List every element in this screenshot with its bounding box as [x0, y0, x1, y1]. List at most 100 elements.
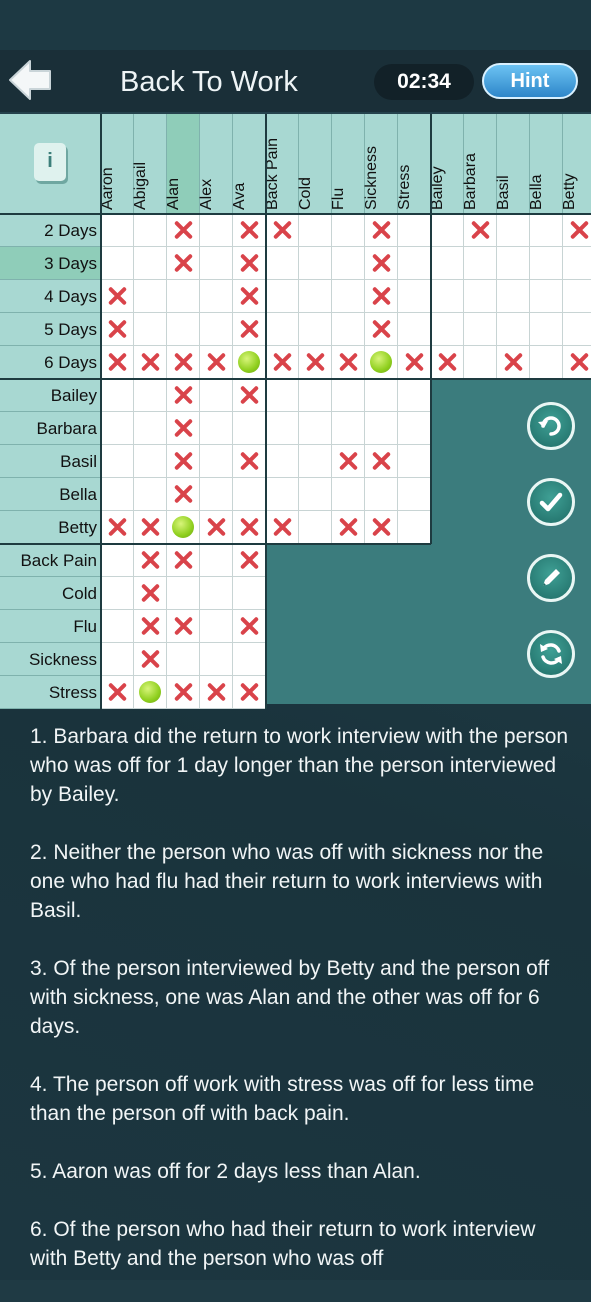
grid-cell-cross[interactable] [365, 445, 398, 478]
grid-cell[interactable] [266, 379, 299, 412]
grid-cell[interactable] [167, 280, 200, 313]
grid-cell[interactable] [266, 412, 299, 445]
grid-cell[interactable] [266, 280, 299, 313]
grid-cell-cross[interactable] [167, 412, 200, 445]
grid-cell-cross[interactable] [233, 379, 266, 412]
grid-cell[interactable] [398, 280, 431, 313]
grid-cell-cross[interactable] [332, 445, 365, 478]
grid-cell-cross[interactable] [332, 346, 365, 379]
grid-cell[interactable] [101, 577, 134, 610]
grid-cell-cross[interactable] [563, 346, 591, 379]
grid-cell[interactable] [365, 379, 398, 412]
grid-cell-cross[interactable] [233, 544, 266, 577]
grid-cell-cross[interactable] [233, 610, 266, 643]
grid-cell[interactable] [497, 280, 530, 313]
grid-cell-cross[interactable] [134, 643, 167, 676]
grid-cell[interactable] [332, 247, 365, 280]
grid-cell-cross[interactable] [167, 610, 200, 643]
grid-cell-cross[interactable] [233, 445, 266, 478]
grid-cell[interactable] [563, 247, 591, 280]
grid-cell[interactable] [365, 412, 398, 445]
grid-cell[interactable] [101, 445, 134, 478]
grid-cell[interactable] [299, 280, 332, 313]
grid-cell[interactable] [398, 313, 431, 346]
grid-cell[interactable] [464, 313, 497, 346]
grid-cell[interactable] [299, 478, 332, 511]
grid-cell-confirmed[interactable] [134, 676, 167, 709]
grid-cell[interactable] [299, 379, 332, 412]
grid-cell[interactable] [332, 379, 365, 412]
grid-cell[interactable] [299, 313, 332, 346]
grid-cell-confirmed[interactable] [365, 346, 398, 379]
grid-cell[interactable] [200, 379, 233, 412]
grid-cell-cross[interactable] [365, 247, 398, 280]
grid-cell-cross[interactable] [365, 511, 398, 544]
grid-cell-cross[interactable] [101, 313, 134, 346]
grid-cell[interactable] [167, 643, 200, 676]
grid-cell[interactable] [101, 412, 134, 445]
grid-cell-cross[interactable] [233, 280, 266, 313]
grid-cell-cross[interactable] [266, 511, 299, 544]
grid-cell-cross[interactable] [167, 445, 200, 478]
grid-cell[interactable] [398, 478, 431, 511]
grid-cell-cross[interactable] [464, 214, 497, 247]
grid-cell-cross[interactable] [134, 577, 167, 610]
grid-cell[interactable] [101, 610, 134, 643]
grid-cell[interactable] [233, 643, 266, 676]
grid-cell[interactable] [200, 412, 233, 445]
grid-cell-cross[interactable] [497, 346, 530, 379]
grid-cell[interactable] [101, 643, 134, 676]
grid-cell[interactable] [563, 280, 591, 313]
grid-cell-cross[interactable] [365, 313, 398, 346]
grid-cell[interactable] [530, 247, 563, 280]
grid-cell-cross[interactable] [134, 346, 167, 379]
grid-cell-cross[interactable] [200, 511, 233, 544]
grid-cell-cross[interactable] [167, 346, 200, 379]
grid-cell[interactable] [266, 445, 299, 478]
grid-cell[interactable] [332, 214, 365, 247]
grid-cell[interactable] [167, 577, 200, 610]
back-button[interactable] [6, 57, 54, 103]
grid-cell-cross[interactable] [134, 610, 167, 643]
pencil-button[interactable] [527, 554, 575, 602]
check-button[interactable] [527, 478, 575, 526]
grid-cell[interactable] [233, 577, 266, 610]
grid-cell-cross[interactable] [167, 544, 200, 577]
refresh-button[interactable] [527, 630, 575, 678]
grid-cell[interactable] [200, 280, 233, 313]
grid-cell-cross[interactable] [233, 214, 266, 247]
grid-cell[interactable] [365, 478, 398, 511]
grid-cell-cross[interactable] [101, 280, 134, 313]
hint-button[interactable]: Hint [482, 63, 578, 99]
grid-cell[interactable] [101, 478, 134, 511]
grid-cell[interactable] [497, 214, 530, 247]
grid-cell[interactable] [464, 247, 497, 280]
grid-cell[interactable] [266, 478, 299, 511]
grid-cell[interactable] [398, 412, 431, 445]
grid-cell[interactable] [266, 313, 299, 346]
grid-cell-cross[interactable] [398, 346, 431, 379]
grid-cell-cross[interactable] [101, 346, 134, 379]
grid-cell[interactable] [332, 280, 365, 313]
grid-cell[interactable] [101, 247, 134, 280]
grid-cell[interactable] [299, 247, 332, 280]
grid-cell[interactable] [299, 214, 332, 247]
grid-cell-cross[interactable] [266, 214, 299, 247]
grid-cell[interactable] [530, 313, 563, 346]
grid-cell[interactable] [233, 478, 266, 511]
grid-cell[interactable] [497, 247, 530, 280]
grid-cell[interactable] [134, 214, 167, 247]
grid-cell[interactable] [563, 313, 591, 346]
grid-cell-cross[interactable] [266, 346, 299, 379]
grid-cell[interactable] [200, 610, 233, 643]
grid-cell[interactable] [464, 280, 497, 313]
grid-cell-cross[interactable] [134, 544, 167, 577]
grid-cell-cross[interactable] [200, 346, 233, 379]
grid-cell[interactable] [200, 214, 233, 247]
grid-cell[interactable] [134, 280, 167, 313]
grid-cell[interactable] [167, 313, 200, 346]
grid-cell[interactable] [200, 577, 233, 610]
grid-cell[interactable] [134, 445, 167, 478]
grid-cell[interactable] [134, 412, 167, 445]
grid-cell-confirmed[interactable] [167, 511, 200, 544]
